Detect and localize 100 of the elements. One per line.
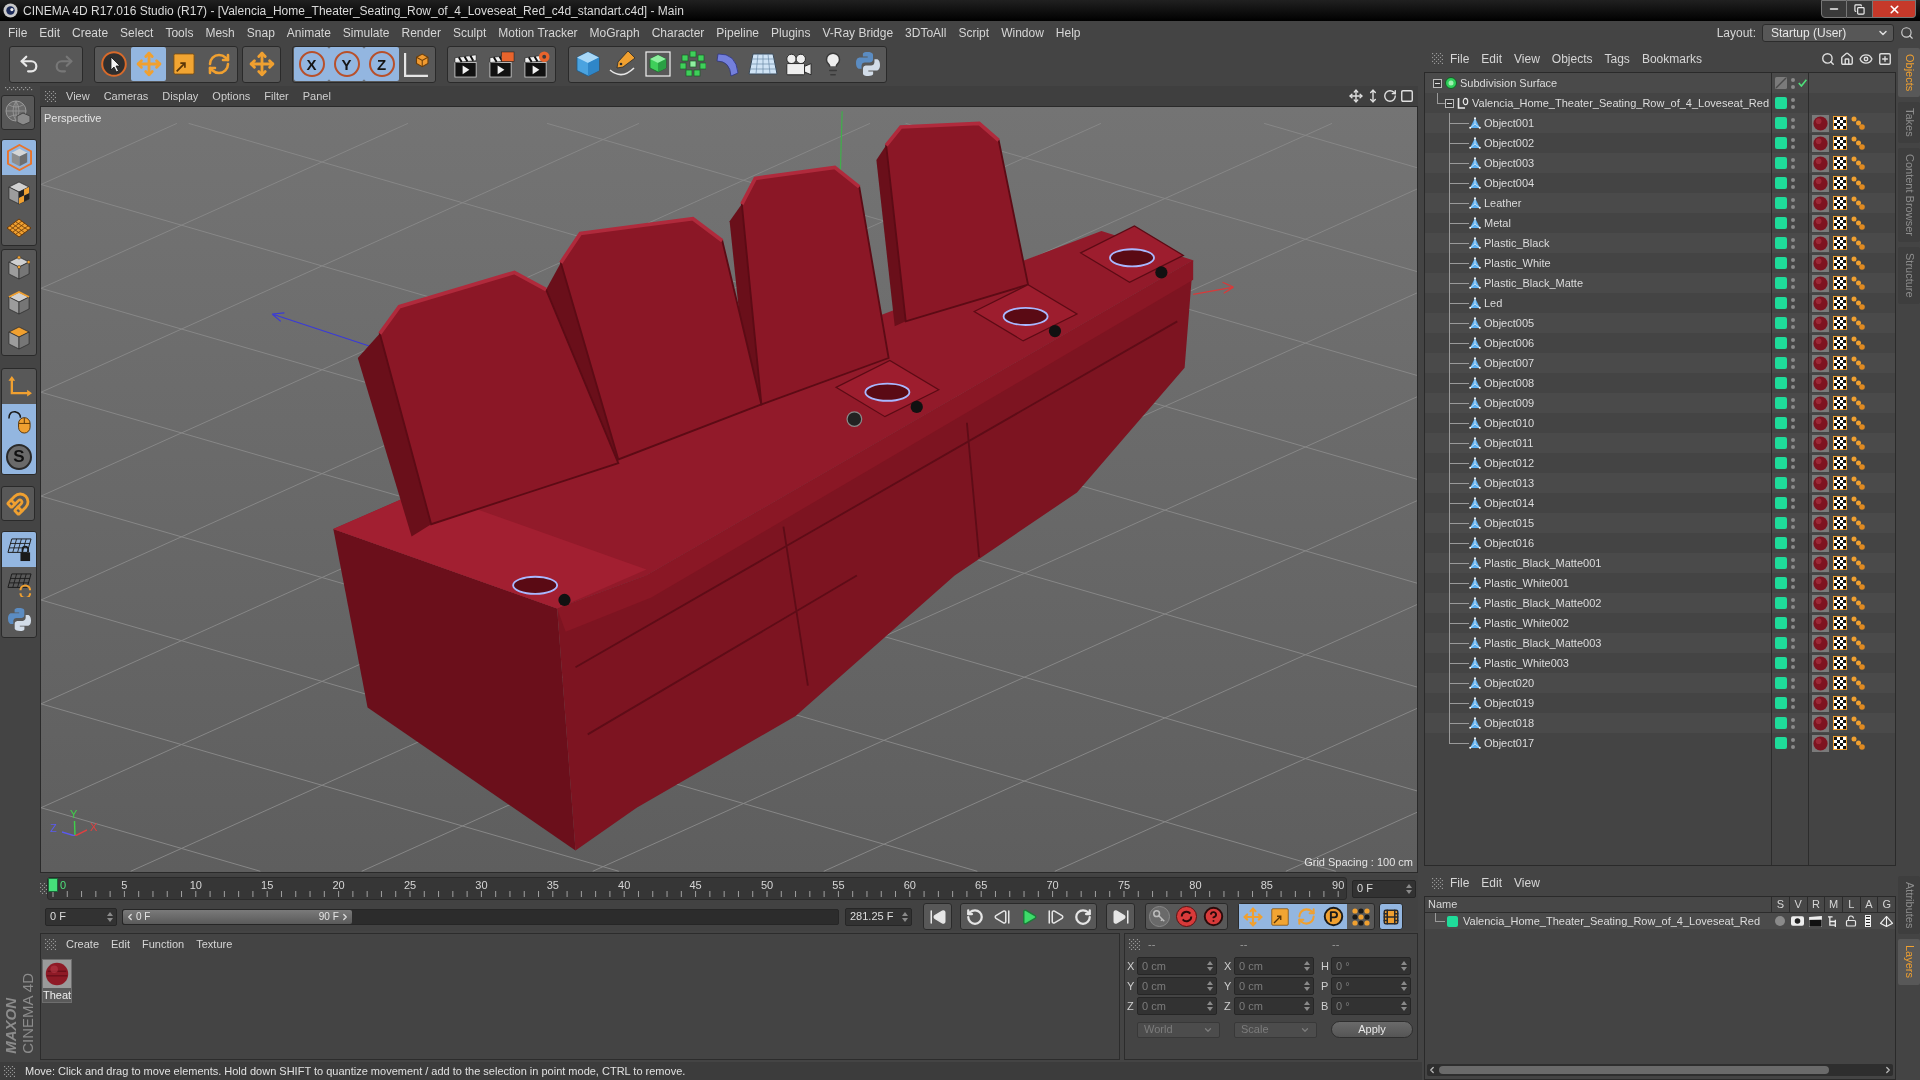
- dots-tag-icon[interactable]: [1851, 516, 1865, 530]
- checker-tag-icon[interactable]: [1833, 196, 1847, 210]
- visibility-dots-icon[interactable]: [1791, 157, 1795, 169]
- layer-swatch-icon[interactable]: [1775, 157, 1787, 169]
- checker-tag-icon[interactable]: [1833, 656, 1847, 670]
- empty-layer-icon[interactable]: [1775, 77, 1787, 89]
- check-icon[interactable]: [1798, 79, 1807, 87]
- go-to-start-button[interactable]: [923, 903, 952, 930]
- workplane-lock-button[interactable]: [2, 532, 36, 567]
- visibility-dots-icon[interactable]: [1791, 137, 1795, 149]
- panel-menu-item[interactable]: View: [1508, 49, 1546, 68]
- object-name[interactable]: Object016: [1484, 534, 1535, 552]
- snap-button[interactable]: S: [2, 439, 36, 474]
- visibility-dots-icon[interactable]: [1791, 457, 1795, 469]
- object-name[interactable]: Object004: [1484, 174, 1535, 192]
- material-menu-item[interactable]: Create: [60, 935, 106, 953]
- layer-swatch-icon[interactable]: [1775, 477, 1787, 489]
- layer-swatch-icon[interactable]: [1775, 417, 1787, 429]
- start-frame-field[interactable]: 0 F: [45, 907, 117, 926]
- checker-tag-icon[interactable]: [1833, 676, 1847, 690]
- layer-swatch-icon[interactable]: [1775, 657, 1787, 669]
- layer-swatch-icon[interactable]: [1775, 237, 1787, 249]
- material-menu-item[interactable]: Function: [136, 935, 191, 953]
- object-name[interactable]: Object018: [1484, 714, 1535, 732]
- column-header[interactable]: G: [1882, 896, 1891, 913]
- checker-tag-icon[interactable]: [1833, 376, 1847, 390]
- menu-item[interactable]: Create: [66, 22, 115, 43]
- dots-tag-icon[interactable]: [1851, 236, 1865, 250]
- checker-tag-icon[interactable]: [1833, 496, 1847, 510]
- plus-box-icon[interactable]: [1878, 51, 1892, 66]
- menu-item[interactable]: 3DToAll: [899, 22, 953, 43]
- checker-tag-icon[interactable]: [1833, 236, 1847, 250]
- dots-tag-icon[interactable]: [1851, 416, 1865, 430]
- menu-item[interactable]: Tools: [159, 22, 200, 43]
- object-name[interactable]: Object014: [1484, 494, 1535, 512]
- checker-tag-icon[interactable]: [1833, 276, 1847, 290]
- object-name[interactable]: Plastic_Black_Matte: [1484, 274, 1584, 292]
- visibility-dots-icon[interactable]: [1791, 337, 1795, 349]
- scrollbar-thumb[interactable]: [1439, 1066, 1829, 1074]
- visibility-dots-icon[interactable]: [1791, 237, 1795, 249]
- material-menu-item[interactable]: Texture: [190, 935, 239, 953]
- current-frame-field[interactable]: 0 F: [1352, 879, 1416, 898]
- checker-tag-icon[interactable]: [1833, 176, 1847, 190]
- layer-swatch-icon[interactable]: [1775, 97, 1787, 109]
- dots-tag-icon[interactable]: [1851, 176, 1865, 190]
- dots-tag-icon[interactable]: [1851, 336, 1865, 350]
- visibility-dots-icon[interactable]: [1791, 477, 1795, 489]
- checker-tag-icon[interactable]: [1833, 436, 1847, 450]
- dots-tag-icon[interactable]: [1851, 456, 1865, 470]
- menu-item[interactable]: Snap: [240, 22, 281, 43]
- layer-swatch-icon[interactable]: [1775, 677, 1787, 689]
- visibility-dots-icon[interactable]: [1791, 97, 1795, 109]
- object-name[interactable]: Object015: [1484, 514, 1535, 532]
- column-header[interactable]: S: [1776, 896, 1785, 913]
- frame-range-slider[interactable]: 0 F 90 F: [122, 908, 839, 925]
- object-name[interactable]: Plastic_White002: [1484, 614, 1569, 632]
- object-name[interactable]: Object019: [1484, 694, 1535, 712]
- close-button[interactable]: [1873, 0, 1916, 18]
- visibility-dots-icon[interactable]: [1791, 737, 1795, 749]
- dots-tag-icon[interactable]: [1851, 616, 1865, 630]
- panel-menu-item[interactable]: Objects: [1545, 49, 1599, 68]
- checker-tag-icon[interactable]: [1833, 416, 1847, 430]
- menu-item[interactable]: Character: [645, 22, 711, 43]
- dots-tag-icon[interactable]: [1851, 736, 1865, 750]
- visibility-dots-icon[interactable]: [1791, 217, 1795, 229]
- dots-tag-icon[interactable]: [1851, 656, 1865, 670]
- menu-item[interactable]: Edit: [33, 22, 67, 43]
- menu-item[interactable]: Help: [1049, 22, 1087, 43]
- object-name[interactable]: Plastic_Black_Matte002: [1484, 594, 1602, 612]
- record-button[interactable]: [1173, 904, 1200, 929]
- layer-swatch-icon[interactable]: [1775, 357, 1787, 369]
- menu-item[interactable]: Simulate: [336, 22, 396, 43]
- checker-tag-icon[interactable]: [1833, 696, 1847, 710]
- checker-tag-icon[interactable]: [1833, 596, 1847, 610]
- padlock-icon[interactable]: [1844, 915, 1857, 927]
- go-to-end-button[interactable]: [1106, 903, 1135, 930]
- dots-tag-icon[interactable]: [1851, 216, 1865, 230]
- pyramid-icon[interactable]: [1879, 915, 1893, 927]
- layer-swatch-icon[interactable]: [1775, 737, 1787, 749]
- viewport-menu-item[interactable]: Display: [155, 87, 206, 105]
- visibility-dots-icon[interactable]: [1791, 517, 1795, 529]
- menu-item[interactable]: Render: [395, 22, 447, 43]
- panel-menu-item[interactable]: View: [1508, 874, 1546, 892]
- object-name[interactable]: Object020: [1484, 674, 1535, 692]
- panel-menu-item[interactable]: File: [1444, 874, 1476, 892]
- object-name[interactable]: Object001: [1484, 114, 1535, 132]
- axis-lock-button[interactable]: Z: [364, 47, 399, 81]
- column-header[interactable]: A: [1865, 896, 1873, 913]
- layout-dropdown[interactable]: Startup (User): [1762, 23, 1894, 42]
- toggle-layout-icon[interactable]: [1400, 89, 1414, 103]
- menu-item[interactable]: Pipeline: [710, 22, 766, 43]
- visibility-dots-icon[interactable]: [1791, 77, 1795, 89]
- dots-tag-icon[interactable]: [1851, 676, 1865, 690]
- layer-swatch-icon[interactable]: [1775, 517, 1787, 529]
- object-name[interactable]: Object005: [1484, 314, 1535, 332]
- visibility-dots-icon[interactable]: [1791, 277, 1795, 289]
- menu-item[interactable]: Script: [952, 22, 996, 43]
- dots-tag-icon[interactable]: [1851, 376, 1865, 390]
- dots-tag-icon[interactable]: [1851, 436, 1865, 450]
- menu-item[interactable]: Select: [114, 22, 160, 43]
